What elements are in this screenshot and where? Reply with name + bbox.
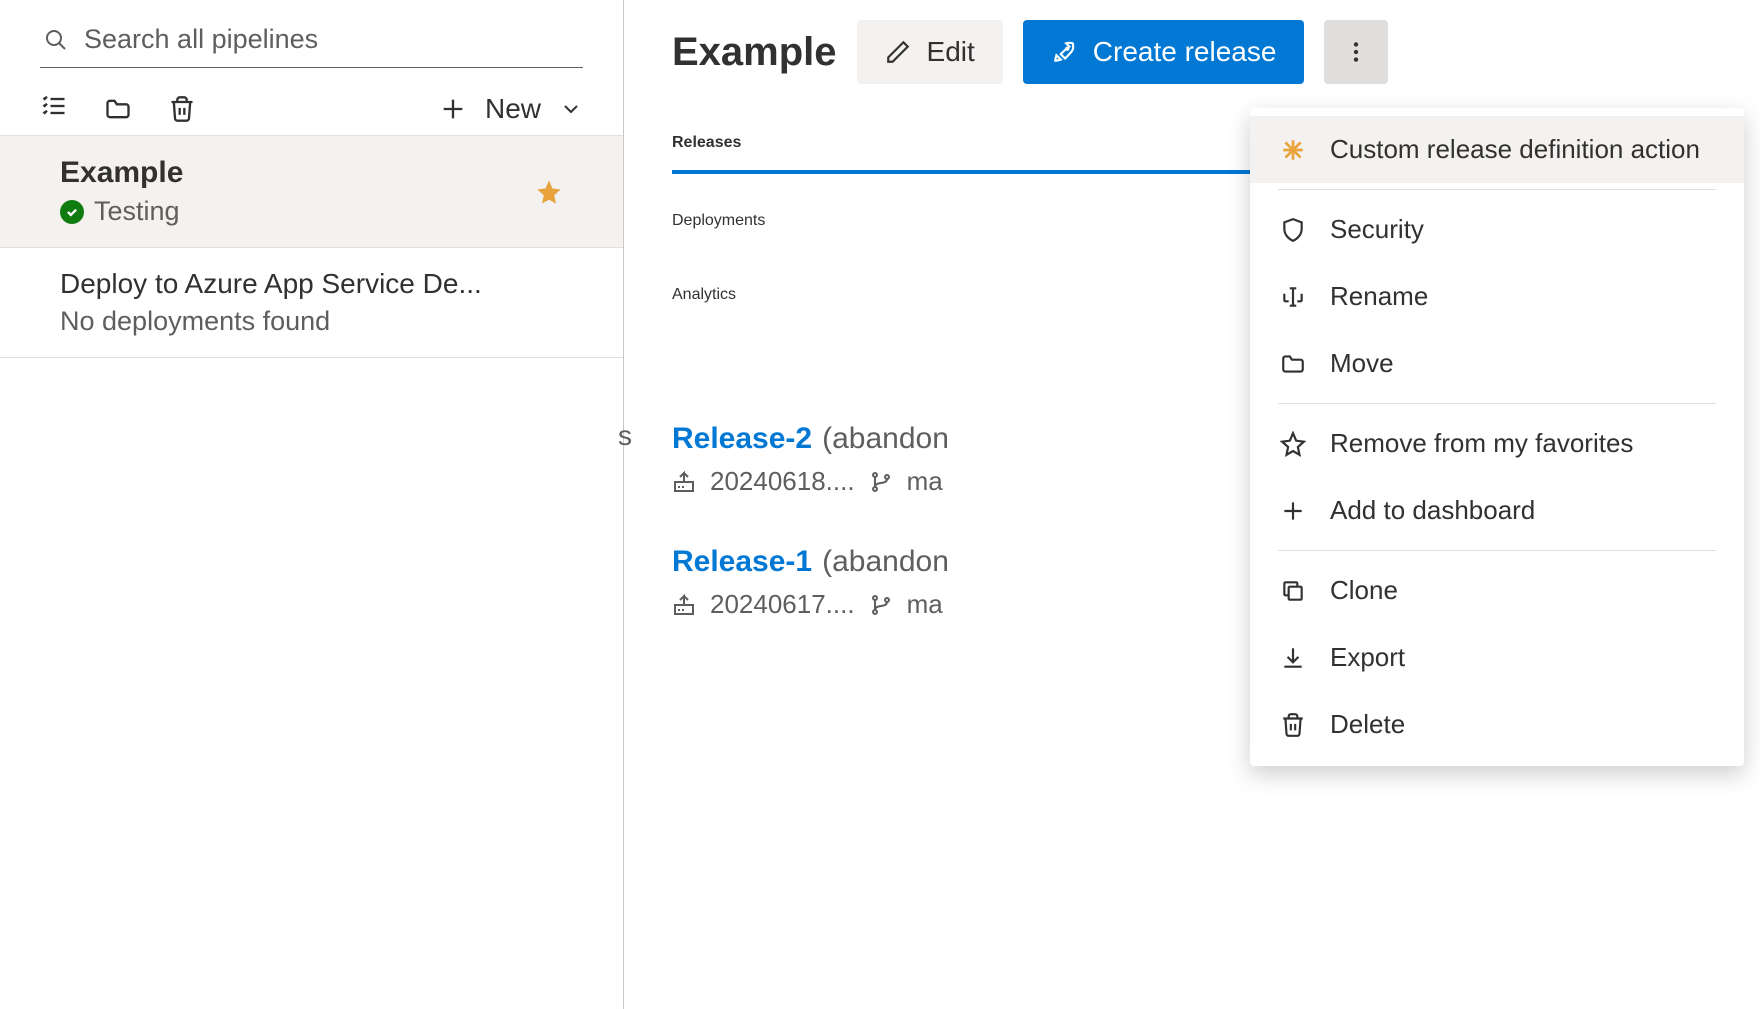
new-pipeline-button[interactable]: New xyxy=(439,93,583,125)
pipeline-name: Example xyxy=(60,156,583,190)
list-view-tab[interactable] xyxy=(40,92,68,125)
search-container xyxy=(40,12,583,68)
menu-clone[interactable]: Clone xyxy=(1250,557,1744,624)
plus-icon xyxy=(1280,498,1306,524)
detail-header: Example Edit Create release xyxy=(672,20,1720,84)
menu-label: Clone xyxy=(1330,575,1398,606)
trash-icon[interactable] xyxy=(168,95,196,123)
create-release-label: Create release xyxy=(1093,36,1277,68)
plus-icon xyxy=(439,95,467,123)
branch-name: ma xyxy=(907,466,943,497)
star-favorite-icon[interactable] xyxy=(535,178,563,206)
pencil-icon xyxy=(885,39,911,65)
menu-remove-favorite[interactable]: Remove from my favorites xyxy=(1250,410,1744,477)
menu-export[interactable]: Export xyxy=(1250,624,1744,691)
status-success-icon xyxy=(60,200,84,224)
sidebar-toolbar: New xyxy=(0,68,623,135)
build-icon xyxy=(672,470,696,494)
pipeline-list: Example Testing Deploy to Azure App Serv… xyxy=(0,135,623,358)
trash-icon xyxy=(1280,712,1306,738)
release-name: Release-1 xyxy=(672,545,812,579)
pipeline-status-row: Testing xyxy=(60,196,583,227)
menu-divider xyxy=(1278,550,1716,551)
shield-icon xyxy=(1280,217,1306,243)
pipelines-sidebar: New Example Testing Deploy to Azure App … xyxy=(0,0,624,1009)
menu-label: Custom release definition action xyxy=(1330,134,1700,165)
menu-add-dashboard[interactable]: Add to dashboard xyxy=(1250,477,1744,544)
list-icon xyxy=(40,92,68,120)
menu-label: Remove from my favorites xyxy=(1330,428,1633,459)
edit-label: Edit xyxy=(927,36,975,68)
pipeline-item-deploy[interactable]: Deploy to Azure App Service De... No dep… xyxy=(0,248,623,358)
menu-label: Export xyxy=(1330,642,1405,673)
menu-move[interactable]: Move xyxy=(1250,330,1744,397)
star-outline-icon xyxy=(1280,431,1306,457)
build-number: 20240617.... xyxy=(710,589,855,620)
edit-button[interactable]: Edit xyxy=(857,20,1003,84)
menu-divider xyxy=(1278,189,1716,190)
search-icon xyxy=(44,28,68,52)
build-number: 20240618.... xyxy=(710,466,855,497)
new-button-label: New xyxy=(485,93,541,125)
pipeline-name: Deploy to Azure App Service De... xyxy=(60,268,583,300)
chevron-down-icon xyxy=(559,97,583,121)
release-status: (abandon xyxy=(822,545,949,579)
folder-icon[interactable] xyxy=(104,95,132,123)
menu-label: Security xyxy=(1330,214,1424,245)
download-icon xyxy=(1280,645,1306,671)
branch-name: ma xyxy=(907,589,943,620)
menu-label: Add to dashboard xyxy=(1330,495,1535,526)
more-vertical-icon xyxy=(1343,39,1369,65)
menu-label: Move xyxy=(1330,348,1394,379)
release-name: Release-2 xyxy=(672,422,812,456)
rename-icon xyxy=(1280,284,1306,310)
release-status: (abandon xyxy=(822,422,949,456)
pipeline-status-text: Testing xyxy=(94,196,180,227)
branch-icon xyxy=(869,593,893,617)
create-release-button[interactable]: Create release xyxy=(1023,20,1305,84)
build-icon xyxy=(672,593,696,617)
branch-icon xyxy=(869,470,893,494)
more-actions-button[interactable] xyxy=(1324,20,1388,84)
menu-label: Delete xyxy=(1330,709,1405,740)
search-input[interactable] xyxy=(84,24,579,55)
menu-label: Rename xyxy=(1330,281,1428,312)
folder-icon xyxy=(1280,351,1306,377)
copy-icon xyxy=(1280,578,1306,604)
rocket-icon xyxy=(1051,39,1077,65)
menu-custom-action[interactable]: Custom release definition action xyxy=(1250,116,1744,183)
asterisk-icon xyxy=(1280,137,1306,163)
menu-divider xyxy=(1278,403,1716,404)
more-actions-menu: Custom release definition action Securit… xyxy=(1250,108,1744,766)
pipeline-detail: s Example Edit Create release Releases D… xyxy=(624,0,1760,1009)
pipeline-item-example[interactable]: Example Testing xyxy=(0,136,623,248)
page-title: Example xyxy=(672,30,837,75)
menu-security[interactable]: Security xyxy=(1250,196,1744,263)
clipped-text: s xyxy=(618,420,632,452)
menu-rename[interactable]: Rename xyxy=(1250,263,1744,330)
pipeline-subtext: No deployments found xyxy=(60,306,583,337)
menu-delete[interactable]: Delete xyxy=(1250,691,1744,758)
